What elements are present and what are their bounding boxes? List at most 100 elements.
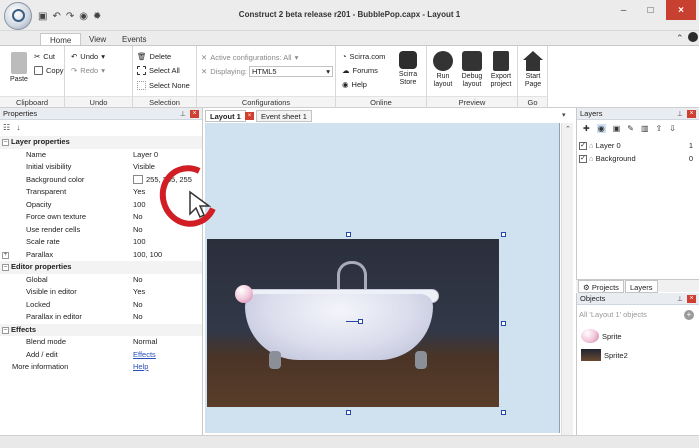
layer-row[interactable]: ✓ ⌂ Layer 0 1 (579, 140, 697, 152)
unlock-icon[interactable]: ⌂ (589, 154, 594, 163)
scroll-up-icon[interactable]: ⌃ (565, 125, 571, 133)
collapse-icon[interactable]: – (2, 139, 9, 146)
property-row[interactable]: Scale rate 100 (0, 236, 202, 249)
angle-handle[interactable] (358, 319, 363, 324)
checkbox-checked-icon[interactable]: ✓ (579, 155, 587, 164)
property-value: 100 (133, 237, 146, 246)
edit-icon[interactable]: ✎ (627, 124, 634, 133)
property-category[interactable]: – Layer properties (0, 136, 202, 149)
delete-layer-icon[interactable]: ▥ (641, 124, 649, 133)
copy-button[interactable]: Copy (34, 66, 64, 75)
objects-filter[interactable]: All 'Layout 1' objects (579, 310, 647, 319)
property-row[interactable]: Parallax in editor No (0, 311, 202, 324)
store-button[interactable]: Scirra Store (394, 51, 422, 87)
close-icon[interactable]: × (190, 110, 199, 118)
cut-button[interactable]: ✂ Cut (34, 52, 55, 61)
categorized-icon[interactable]: ☷ (3, 123, 10, 132)
property-category[interactable]: – Effects (0, 323, 202, 336)
go-group-label: Go (518, 96, 547, 107)
lock-icon[interactable]: ▣ (613, 124, 621, 133)
property-row[interactable]: Add / edit Effects (0, 349, 202, 362)
minimize-button[interactable]: – (610, 0, 637, 20)
object-item[interactable]: Sprite (581, 329, 622, 343)
resize-handle[interactable] (501, 232, 506, 237)
checkbox-checked-icon[interactable]: ✓ (579, 142, 587, 151)
paste-button[interactable]: Paste (4, 52, 34, 84)
property-row[interactable]: Locked No (0, 299, 202, 312)
move-up-icon[interactable]: ⇧ (656, 124, 663, 133)
tab-layout-1[interactable]: Layout 1 (205, 110, 246, 122)
property-row[interactable]: Name Layer 0 (0, 149, 202, 162)
close-icon[interactable]: × (687, 295, 696, 303)
forums-link[interactable]: ☁ Forums (342, 66, 378, 75)
property-link[interactable]: Help (133, 361, 148, 374)
layer-row[interactable]: ✓ ⌂ Background 0 (579, 153, 697, 165)
property-name: Use render cells (26, 224, 81, 234)
move-down-icon[interactable]: ⇩ (669, 124, 676, 133)
property-row[interactable]: + Parallax 100, 100 (0, 249, 202, 262)
select-all-button[interactable]: Select All (137, 66, 180, 75)
resize-handle[interactable] (501, 410, 506, 415)
tab-list-chevron-icon[interactable]: ▾ (562, 111, 566, 119)
pin-icon[interactable]: ⊥ (677, 294, 683, 306)
pin-icon[interactable]: ⊥ (180, 109, 186, 121)
export-project-button[interactable]: Export project (486, 51, 516, 89)
run-layout-button[interactable]: Run layout (428, 51, 458, 89)
property-row[interactable]: Blend mode Normal (0, 336, 202, 349)
mouse-cursor-icon (188, 190, 214, 222)
tab-event-sheet-1[interactable]: Event sheet 1 (256, 110, 312, 122)
collapse-icon[interactable]: – (2, 326, 9, 334)
delete-button[interactable]: 🗑 Delete (137, 52, 171, 61)
property-category[interactable]: – Editor properties (0, 261, 202, 274)
undo-button[interactable]: ↶ Undo ▾ (71, 52, 105, 61)
displaying-select[interactable]: HTML5 ▾ (249, 66, 333, 77)
maximize-button[interactable]: □ (637, 0, 664, 20)
active-configurations-dropdown[interactable]: ✕ Active configurations: All ▾ (201, 53, 298, 62)
scirra-label: Scirra.com (349, 52, 386, 61)
property-row[interactable]: Global No (0, 274, 202, 287)
export-project-label: Export project (490, 73, 512, 88)
add-layer-icon[interactable]: ✚ (583, 124, 590, 133)
sort-alpha-icon[interactable]: ↓ (16, 123, 20, 132)
home-icon (523, 51, 543, 71)
help-link[interactable]: ◉ Help (342, 80, 367, 89)
property-row[interactable]: Visible in editor Yes (0, 286, 202, 299)
resize-handle[interactable] (501, 321, 506, 326)
eye-icon[interactable]: ◉ (596, 124, 606, 133)
color-swatch[interactable] (133, 175, 143, 185)
redo-button[interactable]: ↷ Redo ▾ (71, 66, 105, 75)
unlock-icon[interactable]: ⌂ (589, 141, 594, 150)
bubble-sprite[interactable] (235, 285, 253, 303)
preview-group-label: Preview (427, 96, 517, 107)
sprite-thumbnail (581, 329, 599, 343)
add-object-icon[interactable]: + (684, 310, 694, 320)
scissors-icon: ✂ (34, 52, 41, 61)
property-row[interactable]: More information Help (0, 361, 202, 374)
expand-icon[interactable]: + (2, 251, 9, 259)
close-tab-icon[interactable]: × (245, 112, 254, 120)
pin-icon[interactable]: ⊥ (677, 109, 683, 121)
bottom-edge (0, 435, 699, 448)
property-link[interactable]: Effects (133, 349, 156, 362)
debug-layout-button[interactable]: Debug layout (457, 51, 487, 89)
property-value: Yes (133, 287, 146, 296)
select-none-button[interactable]: Select None (137, 81, 190, 90)
resize-handle[interactable] (346, 232, 351, 237)
tab-projects[interactable]: ⚙ Projects (578, 280, 624, 293)
property-value: No (133, 312, 143, 321)
close-button[interactable]: × (666, 0, 696, 20)
vertical-scrollbar[interactable]: ⌃ (561, 123, 573, 435)
start-page-button[interactable]: Start Page (518, 51, 548, 89)
copy-icon (34, 66, 43, 75)
property-row[interactable]: Use render cells No (0, 224, 202, 237)
tab-layers[interactable]: Layers (625, 280, 658, 293)
help-icon[interactable] (688, 32, 698, 42)
close-icon[interactable]: × (687, 110, 696, 118)
resize-handle[interactable] (346, 410, 351, 415)
scirra-link[interactable]: ◔ Scirra.com (342, 52, 385, 61)
background-sprite[interactable] (207, 239, 499, 407)
object-item[interactable]: Sprite2 (581, 349, 628, 361)
collapse-icon[interactable]: – (2, 264, 9, 271)
paste-icon (11, 52, 27, 74)
ribbon-collapse-icon[interactable]: ⌃ (676, 33, 684, 44)
